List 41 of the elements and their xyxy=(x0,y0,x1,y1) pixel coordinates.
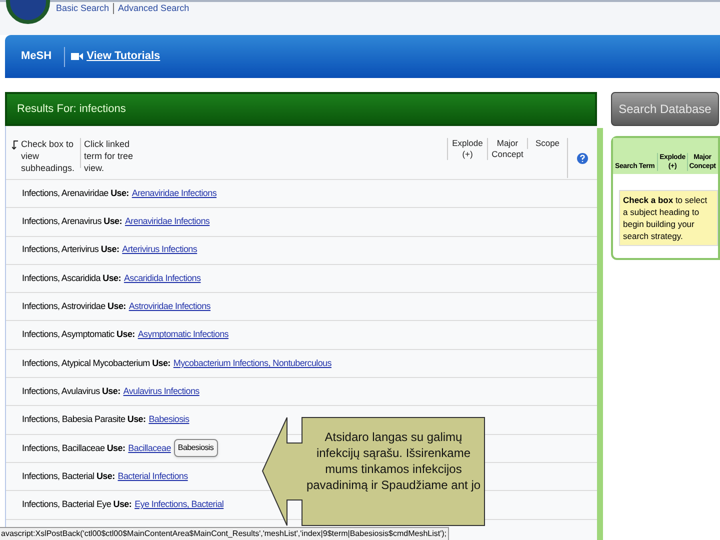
term-text: Infections, Arenaviridae Use: xyxy=(22,186,129,200)
term-link[interactable]: Eye Infections, Bacterial xyxy=(134,498,224,512)
term-link[interactable]: Bacillaceae xyxy=(128,442,171,456)
term-text: Infections, Asymptomatic Use: xyxy=(22,328,135,342)
basic-search-link[interactable]: Basic Search xyxy=(56,3,114,14)
term-text: Infections, Astroviridae Use: xyxy=(22,300,126,314)
term-text: Infections, Ascaridida Use: xyxy=(22,272,121,285)
term-link[interactable]: Mycobacterium Infections, Nontuberculous xyxy=(173,356,332,370)
term-link[interactable]: Babesiosis xyxy=(148,413,190,427)
callout-text: Atsidaro langas su galimų infekcijų sąrašu. Išsirenkame mums tinkamos infekcijos pavadinimą ir Spaudžiame ant jo xyxy=(305,429,482,493)
hint-text: Check box to view subheadings. xyxy=(21,138,76,174)
column-header: Explode (+) xyxy=(447,138,487,160)
instruction-note: Check a box to select a subject heading to begin building your search strategy. xyxy=(619,190,718,246)
term-text: Infections, Avulavirus Use: xyxy=(22,384,120,398)
term-text: Infections, Arterivirus Use: xyxy=(22,243,120,256)
term-text: Infections, Bacillaceae Use: xyxy=(22,442,126,455)
term-link[interactable]: Bacterial Infections xyxy=(118,470,188,484)
term-text: Infections, Bacterial Eye Use: xyxy=(22,498,132,512)
term-link[interactable]: Astroviridae Infections xyxy=(128,300,211,314)
term-link[interactable]: Avulavirus Infections xyxy=(123,384,200,398)
advanced-search-link[interactable]: Advanced Search xyxy=(118,3,190,14)
down-arrow-icon xyxy=(12,140,19,150)
hint-text: Click linked term for tree view. xyxy=(84,138,134,174)
column-header: Scope xyxy=(527,138,567,149)
help-icon[interactable] xyxy=(577,152,588,164)
tooltip: Babesiosis xyxy=(174,439,218,458)
results-header: Results For: infections xyxy=(5,92,597,126)
video-icon xyxy=(70,52,83,61)
term-link[interactable]: Arterivirus Infections xyxy=(122,243,198,257)
term-link[interactable]: Arenaviridae Infections xyxy=(124,215,210,229)
term-text: Infections, Atypical Mycobacterium Use: xyxy=(22,356,170,370)
term-text: Infections, Arenavirus Use: xyxy=(22,215,122,228)
column-header: Major Concept xyxy=(487,138,527,160)
term-link[interactable]: Asymptomatic Infections xyxy=(138,328,228,342)
status-bar: avascript:XslPostBack('ctl00$ctl00$MainContentArea$MainCont_Results','meshList','index|9$term|Babesiosis$cmdMeshList'); xyxy=(0,527,449,540)
term-link[interactable]: Ascaridida Infections xyxy=(124,272,201,286)
term-text: Infections, Babesia Parasite Use: xyxy=(22,413,146,426)
mesh-title: MeSH xyxy=(21,49,52,64)
view-tutorials-link[interactable]: View Tutorials xyxy=(86,48,160,65)
term-text: Infections, Bacterial Use: xyxy=(22,470,115,483)
term-link[interactable]: Arenaviridae Infections xyxy=(132,186,217,200)
